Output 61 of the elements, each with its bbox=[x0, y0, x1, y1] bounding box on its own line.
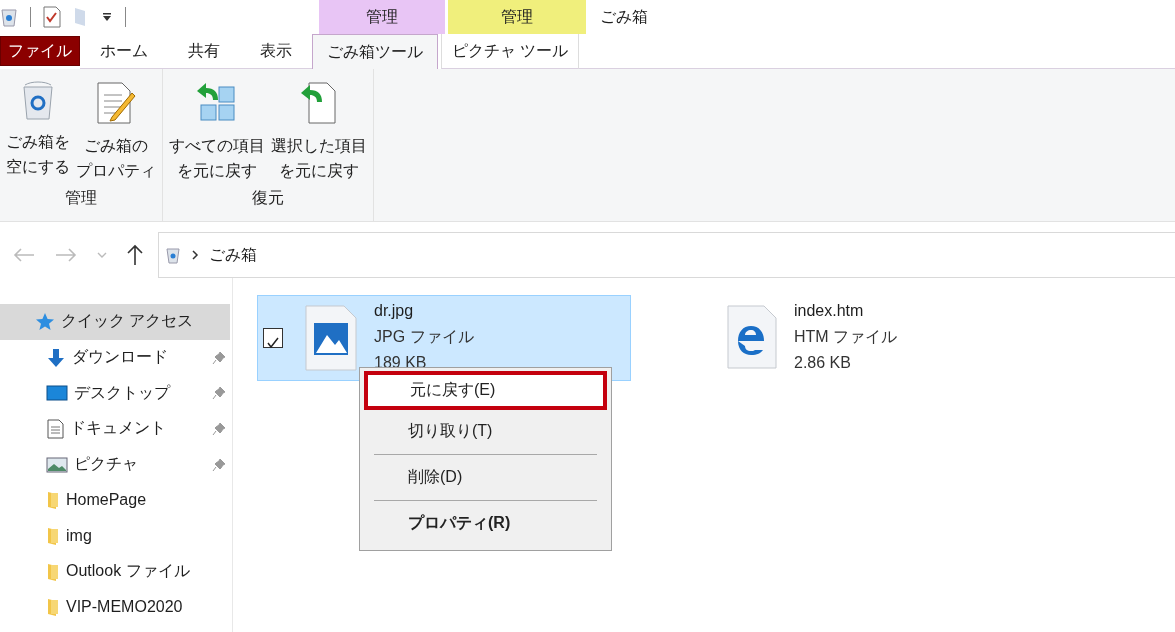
file-type: HTM ファイル bbox=[794, 327, 898, 347]
ribbon-button[interactable]: すべての項目 を元に戻す bbox=[167, 77, 267, 188]
file-tile[interactable]: index.htm HTM ファイル 2.86 KB bbox=[679, 295, 979, 381]
ribbon-button[interactable]: ごみ箱を 空にする bbox=[4, 77, 72, 188]
pictures-icon bbox=[46, 455, 68, 474]
forward-icon[interactable] bbox=[54, 247, 78, 263]
ribbon-tab[interactable]: ファイル bbox=[0, 36, 80, 66]
menu-item[interactable]: 削除(D) bbox=[364, 458, 607, 497]
file-name: index.htm bbox=[794, 301, 865, 321]
dropdown-icon[interactable] bbox=[101, 12, 113, 22]
recycle-bin-icon bbox=[165, 246, 181, 264]
back-icon[interactable] bbox=[12, 247, 36, 263]
nav-item[interactable]: HomePage bbox=[0, 482, 232, 519]
group-label: 復元 bbox=[252, 188, 284, 208]
pin-icon[interactable] bbox=[212, 457, 226, 472]
restore-file-icon bbox=[299, 81, 339, 125]
ribbon-tab[interactable]: ごみ箱ツール bbox=[312, 34, 438, 69]
file-type: JPG ファイル bbox=[374, 327, 474, 347]
desktop-icon bbox=[46, 384, 68, 403]
menu-item[interactable]: プロパティ(R) bbox=[364, 504, 607, 543]
file-name: dr.jpg bbox=[374, 301, 415, 321]
group-label: 管理 bbox=[65, 188, 97, 208]
star-icon bbox=[35, 311, 55, 332]
folder-icon bbox=[46, 597, 60, 618]
up-arrow-icon[interactable] bbox=[126, 244, 144, 266]
ribbon-button[interactable]: ごみ箱の プロパティ bbox=[74, 77, 158, 188]
pin-icon[interactable] bbox=[212, 350, 226, 365]
checklist-icon[interactable] bbox=[43, 6, 61, 28]
download-arrow-icon bbox=[46, 347, 66, 368]
nav-item[interactable]: ダウンロード bbox=[0, 339, 232, 376]
pin-icon[interactable] bbox=[212, 421, 226, 436]
folder-icon bbox=[46, 525, 60, 546]
chevron-down-icon[interactable] bbox=[96, 251, 108, 259]
document-pencil-icon bbox=[96, 81, 136, 125]
chevron-right-icon bbox=[191, 250, 199, 260]
file-size: 2.86 KB bbox=[794, 353, 852, 373]
checkbox[interactable] bbox=[263, 328, 283, 348]
pin-icon[interactable] bbox=[212, 386, 226, 401]
nav-item[interactable]: ドキュメント bbox=[0, 411, 232, 447]
menu-item[interactable]: 切り取り(T) bbox=[364, 412, 607, 451]
nav-item[interactable]: クイック アクセス bbox=[0, 304, 230, 340]
context-tab-header: 管理 bbox=[319, 0, 445, 34]
nav-item[interactable]: img bbox=[0, 518, 232, 554]
menu-item[interactable]: 元に戻す(E) bbox=[364, 371, 607, 410]
window-title: ごみ箱 bbox=[600, 6, 648, 27]
web-file-icon bbox=[727, 305, 777, 369]
document-icon bbox=[46, 418, 64, 439]
nav-item[interactable]: デスクトップ bbox=[0, 375, 232, 412]
recycle-bin-icon bbox=[20, 81, 56, 121]
nav-item[interactable]: VIP-MEMO2020 bbox=[0, 589, 232, 626]
ribbon-tab[interactable]: ピクチャ ツール bbox=[441, 34, 579, 69]
folder-icon bbox=[46, 561, 60, 582]
nav-item[interactable]: ピクチャ bbox=[0, 446, 232, 483]
context-tab-header: 管理 bbox=[448, 0, 586, 34]
image-file-icon bbox=[305, 305, 357, 371]
address-path: ごみ箱 bbox=[209, 244, 257, 265]
recycle-bin-icon[interactable] bbox=[0, 7, 18, 27]
address-bar[interactable]: ごみ箱 bbox=[158, 232, 1175, 278]
nav-item[interactable]: Outlook ファイル bbox=[0, 553, 232, 590]
folder-icon bbox=[46, 490, 60, 511]
ribbon-button[interactable]: 選択した項目 を元に戻す bbox=[269, 77, 369, 188]
